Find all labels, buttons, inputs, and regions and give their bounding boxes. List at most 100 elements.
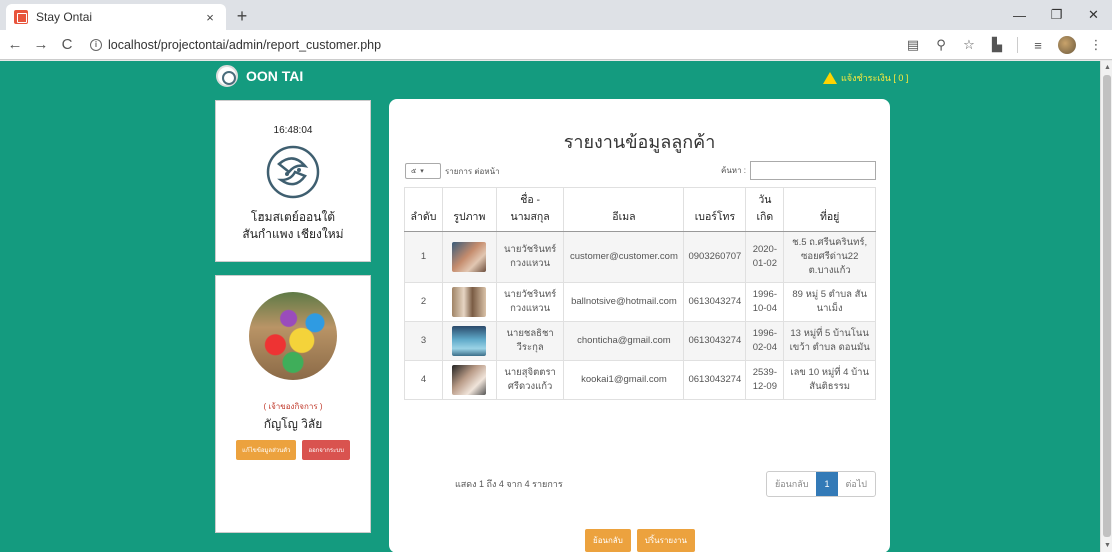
cell-no: 4 <box>404 360 443 400</box>
table-info: แสดง 1 ถึง 4 จาก 4 รายการ <box>455 479 563 489</box>
cell-birthdate: 1996-10-04 <box>745 282 785 322</box>
cell-photo <box>441 282 497 322</box>
cell-email: kookai1@gmail.com <box>563 360 685 400</box>
customer-photo <box>452 287 487 317</box>
cell-email: ballnotsive@hotmail.com <box>563 282 685 322</box>
col-header-name[interactable]: ชื่อ - นามสกุล <box>495 187 565 232</box>
brand[interactable]: OON TAI <box>216 65 303 87</box>
zoom-icon[interactable]: ⚲ <box>933 37 949 53</box>
hotel-name: โฮมสเตย์ออนใต้ สันกำแพง เชียงใหม่ <box>216 209 370 243</box>
user-role: ( เจ้าของกิจการ ) <box>263 402 323 411</box>
print-report-button[interactable]: ปริ้นรายงาน <box>636 529 695 552</box>
site-favicon-icon <box>14 10 28 24</box>
cell-address: 89 หมู่ 5 ตำบล สันนาเม็ง <box>783 282 876 322</box>
cell-name: นายชลธิชา วีระกุล <box>495 321 565 361</box>
cell-photo <box>441 231 497 283</box>
table-row: 1 นายวัชรินทร์ กวงแหวน customer@customer… <box>404 231 876 283</box>
pagination: ย้อนกลับ 1 ต่อไป <box>765 471 876 497</box>
toolbar-divider <box>1017 37 1018 53</box>
homestay-logo-icon <box>266 145 320 199</box>
brand-logo-icon <box>216 65 238 87</box>
page-length-select[interactable]: ๕ ▾ <box>405 163 441 179</box>
table-row: 2 นายวัชรินทร์ กวงแหวน ballnotsive@hotma… <box>404 282 876 322</box>
reading-list-icon[interactable]: ≡ <box>1030 37 1046 53</box>
window-controls: — ❐ ✕ <box>1001 0 1112 30</box>
clock-text: 16:48:04 <box>273 125 313 136</box>
page-body: OON TAI แจ้งชำระเงิน [ 0 ] 16:48:04 โฮมส… <box>0 61 1100 552</box>
col-header-photo[interactable]: รูปภาพ <box>441 187 497 232</box>
pagination-prev[interactable]: ย้อนกลับ <box>767 472 817 496</box>
extension-icon[interactable]: ▙ <box>989 37 1005 53</box>
table-row: 4 นายสุจิตตรา ศรีดวงแก้ว kookai1@gmail.c… <box>404 360 876 400</box>
close-window-button[interactable]: ✕ <box>1075 0 1112 30</box>
menu-kebab-icon[interactable]: ⋮ <box>1088 37 1104 53</box>
browser-tab[interactable]: Stay Ontai × <box>6 4 226 30</box>
cell-birthdate: 2539-12-09 <box>745 360 785 400</box>
scroll-thumb[interactable] <box>1103 75 1111 537</box>
cell-name: นายวัชรินทร์ กวงแหวน <box>495 231 565 283</box>
warning-icon <box>823 72 837 84</box>
new-tab-button[interactable]: + <box>232 6 252 27</box>
brand-name: OON TAI <box>246 68 304 84</box>
forward-icon[interactable]: → <box>30 36 52 53</box>
site-info-icon[interactable]: i <box>90 38 102 51</box>
user-actions: แก้ไขข้อมูลส่วนตัว ออกจากระบบ <box>216 440 370 460</box>
cell-address: ช.5 ถ.ศรีนครินทร์, ซอยศรีด่าน22 ต.บางแก้… <box>783 231 876 283</box>
col-header-no[interactable]: ลำดับ <box>404 187 443 232</box>
hotel-name-line2: สันกำแพง เชียงใหม่ <box>242 227 344 241</box>
customer-photo <box>452 326 487 356</box>
clock-card: 16:48:04 โฮมสเตย์ออนใต้ สันกำแพง เชียงให… <box>215 100 371 262</box>
cell-no: 3 <box>404 321 443 361</box>
address-bar: ← → C i localhost/projectontai/admin/rep… <box>0 30 1112 60</box>
col-header-phone[interactable]: เบอร์โทร <box>683 187 747 232</box>
scroll-up-icon[interactable]: ▲ <box>1104 64 1111 71</box>
col-header-address[interactable]: ที่อยู่ <box>783 187 876 232</box>
cell-birthdate: 2020-01-02 <box>745 231 785 283</box>
restore-button[interactable]: ❐ <box>1038 0 1075 30</box>
cell-photo <box>441 360 497 400</box>
tab-title: Stay Ontai <box>36 10 93 24</box>
profile-avatar-icon[interactable] <box>1058 36 1076 54</box>
pagination-next[interactable]: ต่อไป <box>838 472 876 496</box>
bookmark-star-icon[interactable]: ☆ <box>961 37 977 53</box>
translate-icon[interactable]: ▤ <box>905 37 921 53</box>
page-scrollbar[interactable]: ▲ ▼ <box>1100 61 1112 552</box>
report-actions: ย้อนกลับ ปริ้นรายงาน <box>585 529 695 552</box>
customer-table: ลำดับ รูปภาพ ชื่อ - นามสกุล อีเมล เบอร์โ… <box>404 187 876 400</box>
cell-photo <box>441 321 497 361</box>
pagination-page-1[interactable]: 1 <box>816 472 838 496</box>
minimize-button[interactable]: — <box>1001 0 1038 30</box>
payment-alert-text: แจ้งชำระเงิน [ 0 ] <box>841 73 909 83</box>
table-row: 3 นายชลธิชา วีระกุล chonticha@gmail.com … <box>404 321 876 361</box>
customer-photo <box>452 365 487 395</box>
back-button[interactable]: ย้อนกลับ <box>585 529 631 552</box>
url-field[interactable]: localhost/projectontai/admin/report_cust… <box>108 38 381 52</box>
col-header-birthdate[interactable]: วันเกิด <box>745 187 785 232</box>
back-icon[interactable]: ← <box>4 36 26 53</box>
logout-button[interactable]: ออกจากระบบ <box>302 440 350 460</box>
scroll-down-icon[interactable]: ▼ <box>1104 542 1111 549</box>
cell-phone: 0613043274 <box>683 282 747 322</box>
hotel-name-line1: โฮมสเตย์ออนใต้ <box>250 210 336 224</box>
page-length-label: รายการ ต่อหน้า <box>445 166 500 176</box>
cell-name: นายสุจิตตรา ศรีดวงแก้ว <box>495 360 565 400</box>
edit-profile-button[interactable]: แก้ไขข้อมูลส่วนตัว <box>236 440 297 460</box>
payment-alert-link[interactable]: แจ้งชำระเงิน [ 0 ] <box>823 71 908 85</box>
cell-name: นายวัชรินทร์ กวงแหวน <box>495 282 565 322</box>
cell-phone: 0903260707 <box>683 231 747 283</box>
search-input[interactable] <box>750 161 876 180</box>
search-label: ค้นหา : <box>720 166 746 175</box>
cell-email: customer@customer.com <box>563 231 685 283</box>
tab-close-icon[interactable]: × <box>202 10 218 25</box>
search-control: ค้นหา : <box>721 161 876 180</box>
reload-icon[interactable]: C <box>56 36 78 53</box>
user-card: ( เจ้าของกิจการ ) กัญโญ วิลัย แก้ไขข้อมู… <box>215 275 371 533</box>
report-card: รายงานข้อมูลลูกค้า ๕ ▾ รายการ ต่อหน้า ค้… <box>389 99 890 552</box>
col-header-email[interactable]: อีเมล <box>563 187 685 232</box>
cell-no: 1 <box>404 231 443 283</box>
cell-address: 13 หมู่ที่ 5 บ้านโนนเขว้า ตำบล ดอนมัน <box>783 321 876 361</box>
cell-email: chonticha@gmail.com <box>563 321 685 361</box>
table-header-row: ลำดับ รูปภาพ ชื่อ - นามสกุล อีเมล เบอร์โ… <box>404 187 876 232</box>
user-name: กัญโญ วิลัย <box>263 417 323 431</box>
cell-birthdate: 1996-02-04 <box>745 321 785 361</box>
